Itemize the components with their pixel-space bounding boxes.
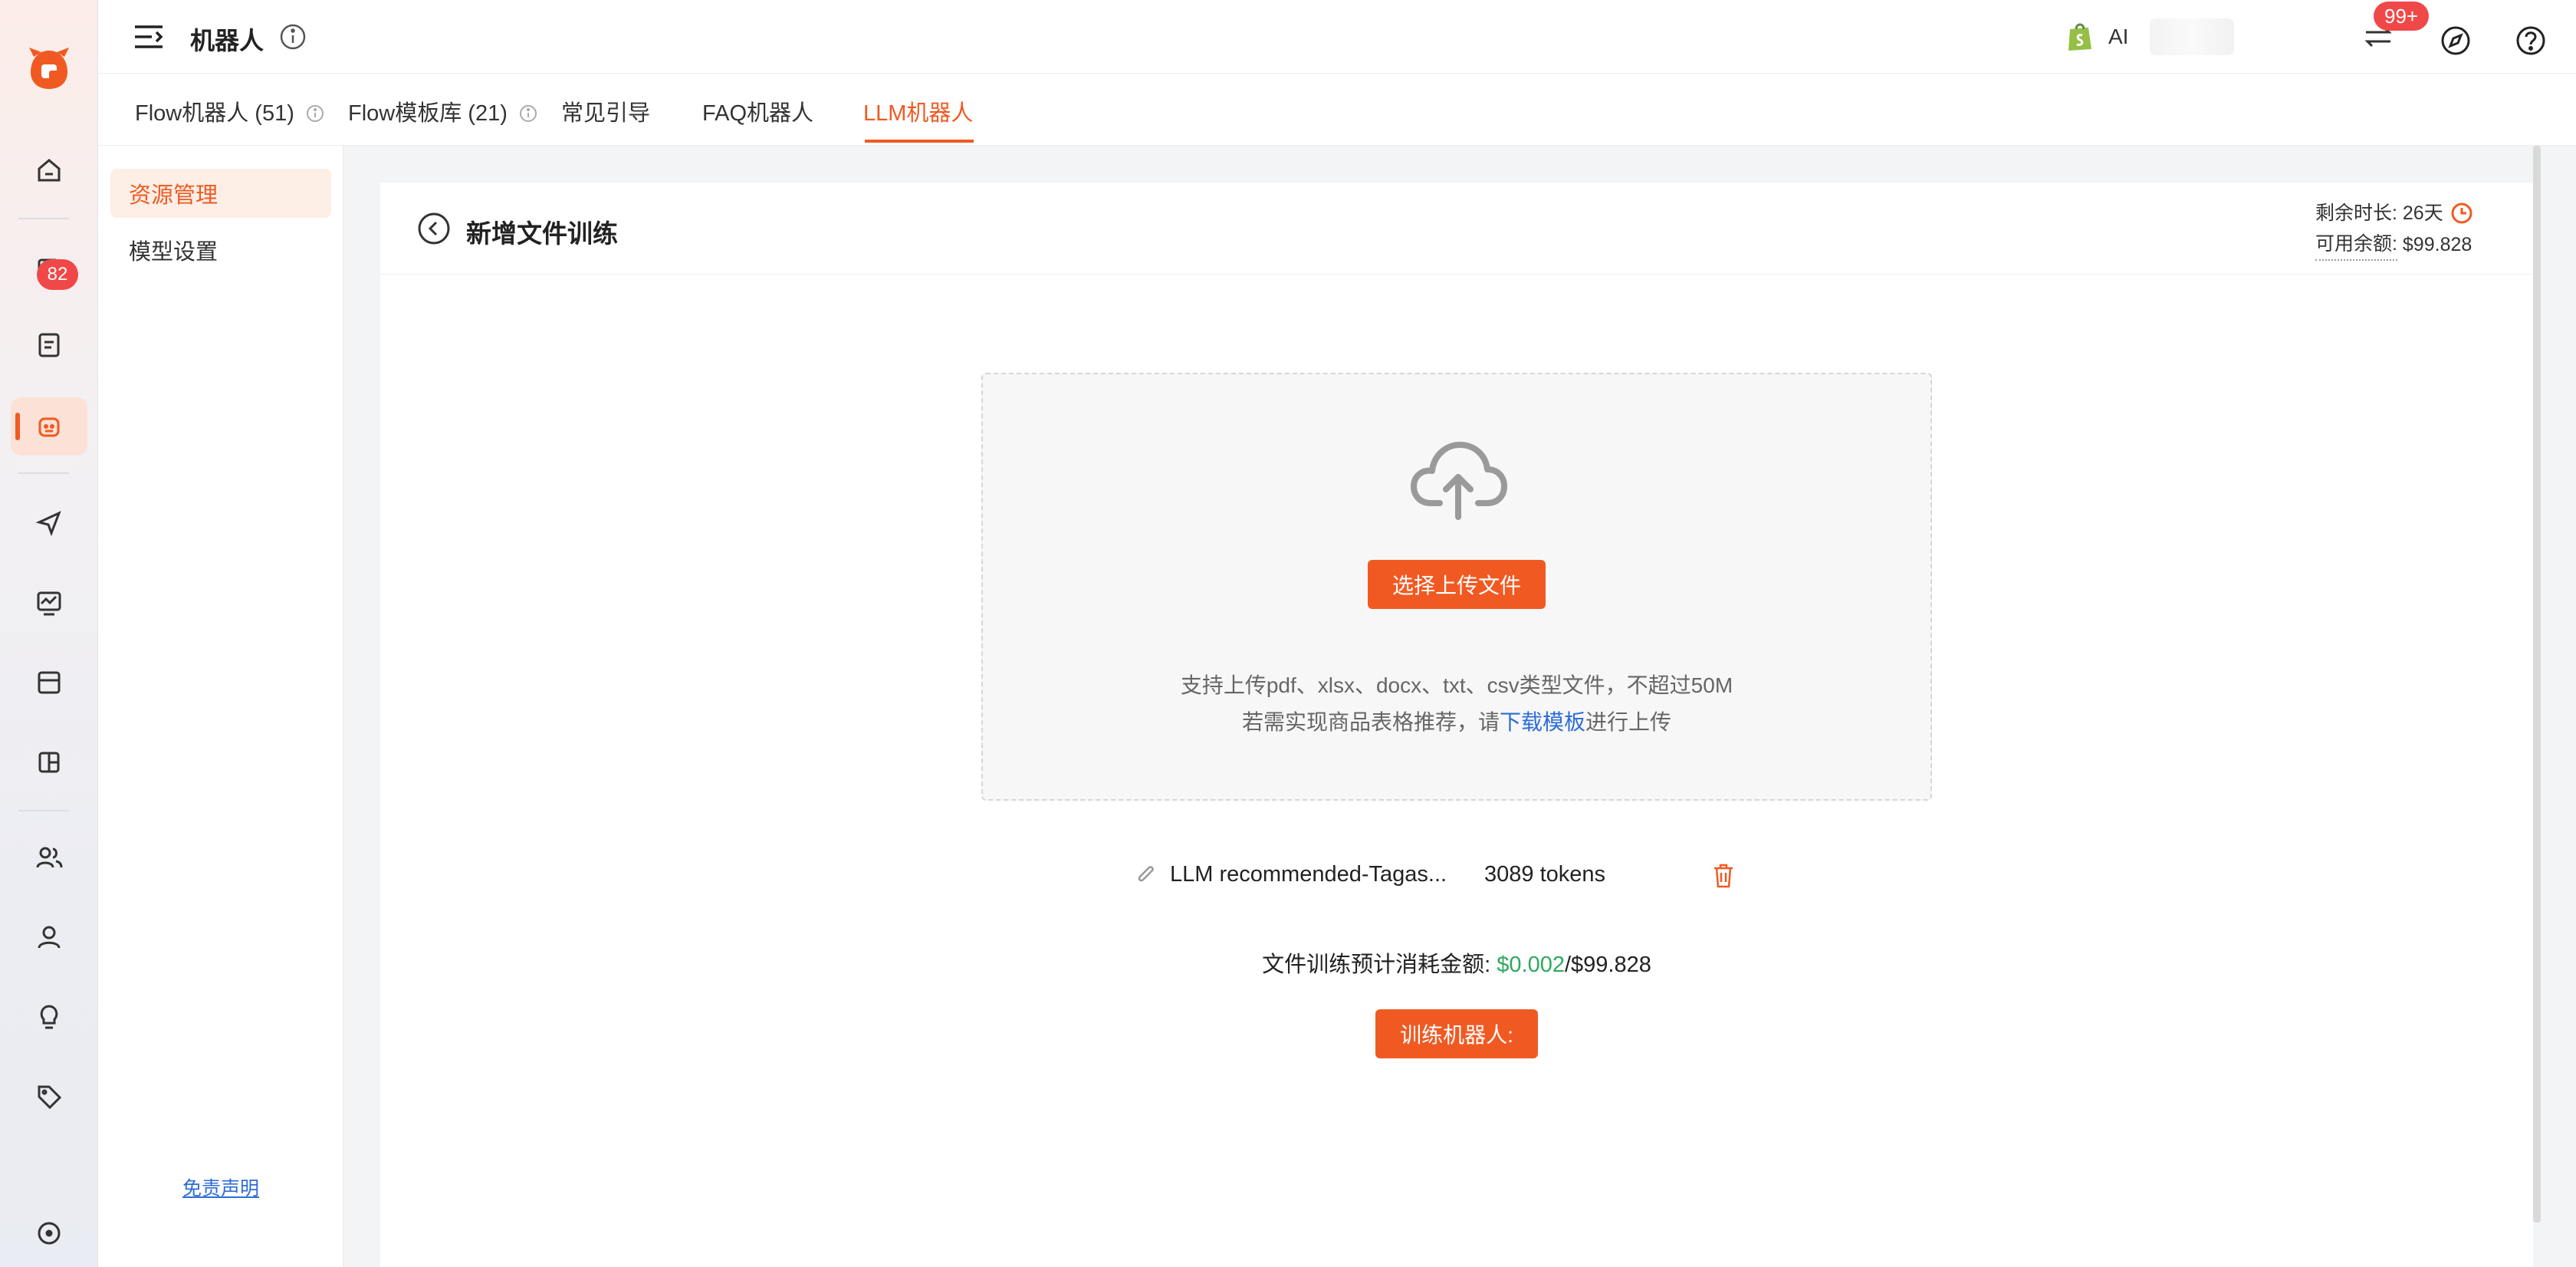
menu-toggle-icon[interactable]	[133, 23, 164, 51]
rail-orders[interactable]	[11, 316, 87, 374]
notification-badge: 99+	[2374, 2, 2430, 31]
app-logo-icon[interactable]	[26, 43, 72, 92]
layout-icon	[38, 752, 60, 773]
card-title: 新增文件训练	[466, 219, 618, 248]
upload-dropzone[interactable]: 选择上传文件 支持上传pdf、xlsx、docx、txt、csv类型文件，不超过…	[981, 373, 1932, 801]
clock-alert-icon[interactable]	[2450, 201, 2474, 225]
left-nav-rail: 82	[0, 0, 98, 1267]
document-icon	[38, 333, 60, 357]
balance-label: 可用余额:	[2315, 229, 2397, 261]
lightbulb-icon	[40, 1005, 58, 1029]
tab-label: Flow模板库 (21)	[348, 101, 508, 126]
select-file-button[interactable]: 选择上传文件	[1368, 560, 1546, 609]
messages-count-badge: 82	[37, 259, 78, 290]
scrollbar[interactable]	[2533, 146, 2541, 1223]
rail-tags[interactable]	[11, 1068, 87, 1126]
tab-label: 常见引导	[561, 101, 651, 126]
rail-analytics[interactable]	[11, 574, 87, 632]
tab-flow-templates[interactable]: Flow模板库 (21)	[348, 95, 538, 127]
tab-label: Flow机器人 (51)	[135, 101, 294, 126]
rail-layout[interactable]	[11, 733, 87, 791]
compass-icon[interactable]	[2440, 25, 2472, 57]
rail-divider	[18, 472, 69, 474]
balance-value: $99.828	[2402, 234, 2472, 255]
tab-flow-robots[interactable]: Flow机器人 (51)	[135, 95, 325, 127]
main-card: 新增文件训练 剩余时长: 26天 可用余额: $99.828 选择上传文件 支持…	[380, 183, 2533, 1267]
tab-label: FAQ机器人	[702, 101, 814, 126]
uploaded-file-row: LLM recommended-Tagas... 3089 tokens	[1135, 851, 1771, 897]
usage-meta: 剩余时长: 26天 可用余额: $99.828	[2315, 198, 2474, 261]
user-icon	[38, 926, 61, 949]
tag-icon	[38, 1085, 62, 1110]
training-cost: 文件训练预计消耗金额: $0.002/$99.828	[380, 946, 2533, 979]
users-icon	[36, 847, 63, 868]
card-header: 新增文件训练 剩余时长: 26天 可用余额: $99.828	[380, 183, 2533, 275]
page-title: 机器人	[190, 27, 264, 54]
send-icon	[35, 511, 61, 537]
file-name: LLM recommended-Tagas...	[1170, 862, 1447, 887]
info-icon[interactable]	[518, 104, 538, 123]
blurred-store-name	[2150, 18, 2234, 55]
chart-monitor-icon	[37, 591, 61, 616]
circle-dot-icon	[38, 1222, 61, 1245]
top-bar: 机器人 AI 99+ W	[98, 0, 2576, 74]
disclaimer-link[interactable]: 免责声明	[98, 1173, 343, 1201]
upload-format-hint: 支持上传pdf、xlsx、docx、txt、csv类型文件，不超过50M	[1180, 673, 1733, 697]
rail-divider	[18, 218, 69, 219]
rail-inbox[interactable]	[11, 653, 87, 712]
template-hint: 若需实现商品表格推荐，请下载模板进行上传	[983, 706, 1930, 736]
file-token-count: 3089 tokens	[1484, 862, 1606, 887]
info-icon[interactable]	[279, 23, 307, 51]
tab-bar: Flow机器人 (51) Flow模板库 (21) 常见引导 FAQ机器人 LL…	[98, 74, 2576, 146]
cost-label: 文件训练预计消耗金额:	[1262, 953, 1497, 977]
robot-icon	[38, 417, 60, 437]
rail-divider	[18, 810, 69, 811]
subnav-item-model-settings[interactable]: 模型设置	[110, 225, 331, 275]
cost-total: /$99.828	[1564, 953, 1651, 977]
rail-robot[interactable]	[11, 397, 87, 456]
cloud-upload-icon	[1411, 442, 1507, 520]
remaining-value: 26天	[2402, 202, 2443, 224]
ai-label[interactable]: AI	[2108, 25, 2128, 49]
rail-home[interactable]	[11, 141, 87, 199]
trash-icon[interactable]	[1711, 862, 1736, 890]
cost-amount: $0.002	[1497, 953, 1565, 977]
tab-label: LLM机器人	[863, 101, 974, 126]
subnav-item-resources[interactable]: 资源管理	[110, 169, 331, 218]
info-icon[interactable]	[305, 104, 325, 123]
sub-sidebar: 资源管理 模型设置 免责声明	[98, 146, 343, 1267]
help-icon[interactable]	[2515, 25, 2547, 57]
tab-guides[interactable]: 常见引导	[561, 95, 650, 127]
rail-settings[interactable]	[11, 1204, 87, 1262]
active-tab-indicator	[865, 140, 974, 143]
home-icon	[38, 159, 61, 182]
paperclip-icon	[1138, 866, 1154, 882]
back-icon[interactable]	[417, 212, 451, 245]
remaining-label: 剩余时长:	[2315, 202, 2397, 224]
rail-campaigns[interactable]	[11, 494, 87, 552]
template-hint-prefix: 若需实现商品表格推荐，请	[1241, 710, 1500, 734]
tab-llm-robot[interactable]: LLM机器人	[863, 95, 973, 127]
rail-ideas[interactable]	[11, 988, 87, 1046]
train-robot-button[interactable]: 训练机器人:	[1375, 1009, 1538, 1058]
shopify-bag-icon	[2068, 23, 2091, 51]
rail-account[interactable]	[11, 908, 87, 966]
inbox-icon	[38, 671, 61, 694]
rail-team[interactable]	[11, 828, 87, 887]
template-hint-suffix: 进行上传	[1585, 710, 1672, 734]
tab-faq-robot[interactable]: FAQ机器人	[702, 95, 813, 127]
download-template-link[interactable]: 下载模板	[1500, 710, 1585, 734]
